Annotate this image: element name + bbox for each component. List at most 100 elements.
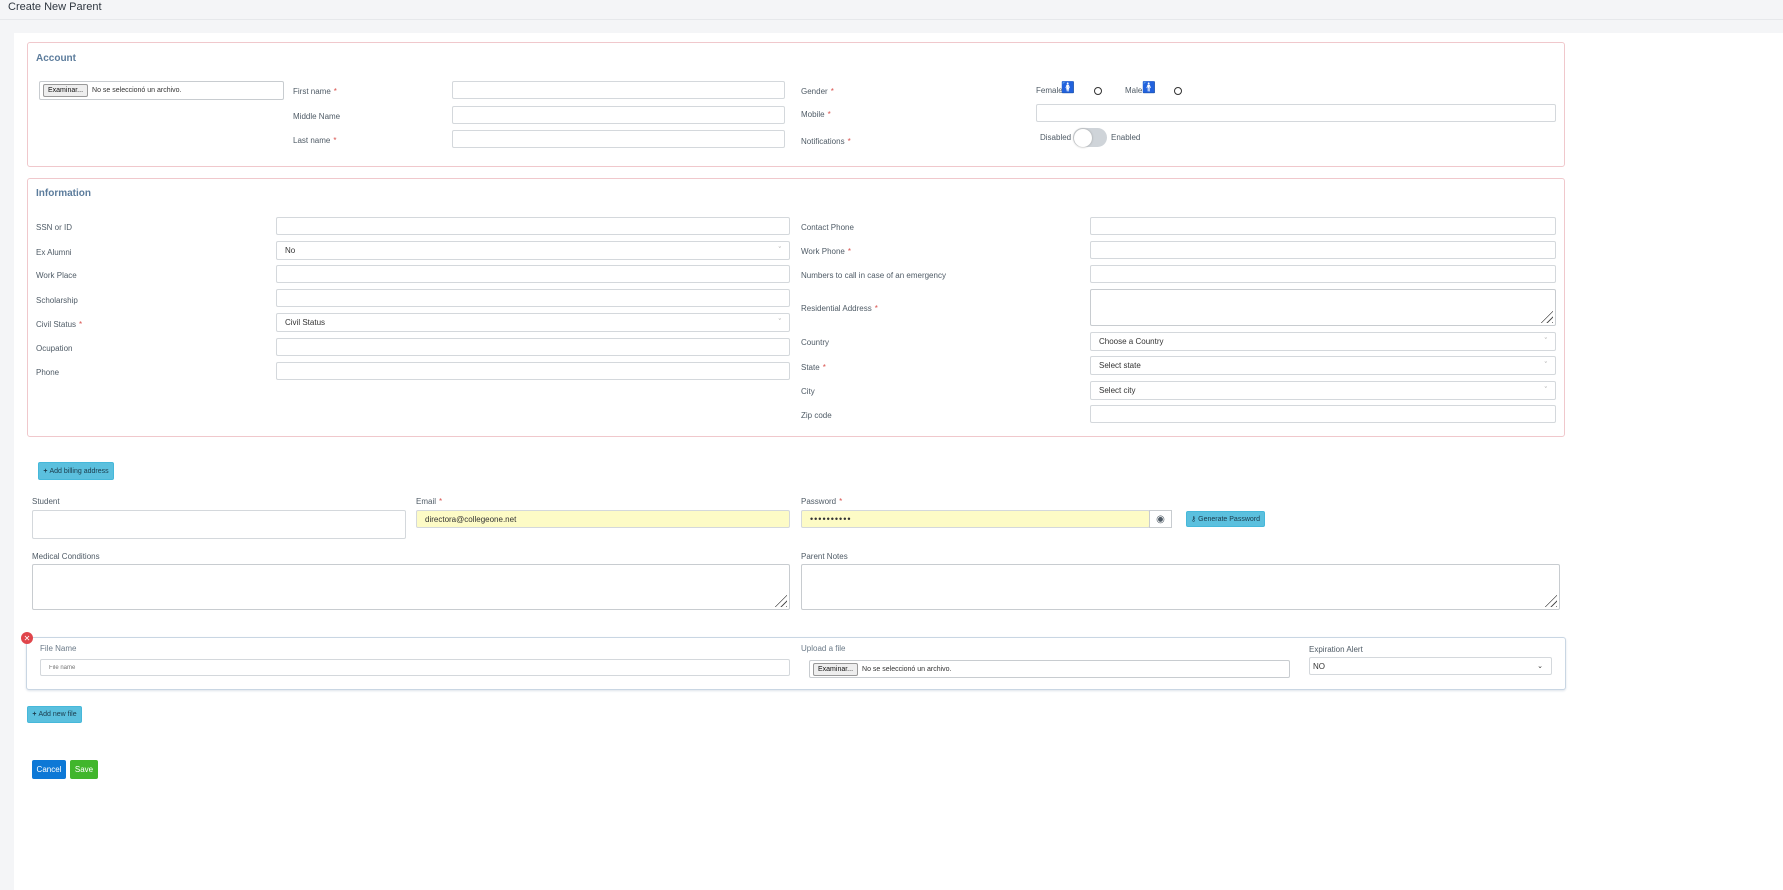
country-value: Choose a Country <box>1099 337 1164 346</box>
first-name-label: First name * <box>293 87 337 96</box>
ssn-input[interactable] <box>276 217 790 235</box>
city-select[interactable]: Select city ˇ <box>1090 381 1556 400</box>
last-name-input[interactable] <box>452 130 785 148</box>
file-upload-status: No se seleccionó un archivo. <box>862 665 952 673</box>
generate-password-label: Generate Password <box>1198 515 1260 523</box>
expiration-alert-select[interactable]: NO ⌄ <box>1309 657 1552 675</box>
add-new-file-label: Add new file <box>38 711 77 718</box>
middle-name-label: Middle Name <box>293 112 341 121</box>
account-title: Account <box>36 53 76 64</box>
photo-upload[interactable]: Examinar... No se seleccionó un archivo. <box>39 81 284 100</box>
toggle-knob <box>1074 128 1092 147</box>
chevron-down-icon: ˇ <box>778 247 781 254</box>
mobile-label: Mobile * <box>801 110 831 119</box>
male-icon: 🚹 <box>1142 82 1156 94</box>
female-icon: 🚺 <box>1061 82 1075 94</box>
file-name-label: File Name <box>40 644 77 653</box>
scholarship-label: Scholarship <box>36 296 78 305</box>
gender-female-label: Female <box>1036 86 1063 95</box>
file-browse-button[interactable]: Examinar... <box>813 662 859 676</box>
notifications-label: Notifications * <box>801 137 851 146</box>
gender-label: Gender * <box>801 87 834 96</box>
civil-status-label: Civil Status * <box>36 320 83 329</box>
photo-upload-status: No se seleccionó un archivo. <box>92 87 182 94</box>
chevron-down-icon: ˇ <box>778 319 781 326</box>
photo-browse-button[interactable]: Examinar... <box>43 84 89 97</box>
chevron-down-icon: ˇ <box>1544 338 1547 345</box>
state-label: State * <box>801 363 826 372</box>
country-label: Country <box>801 338 830 347</box>
city-label: City <box>801 387 815 396</box>
zip-input[interactable] <box>1090 405 1556 423</box>
add-billing-address-label: Add billing address <box>49 467 109 475</box>
notifications-disabled-label: Disabled <box>1040 133 1072 142</box>
chevron-down-icon: ⌄ <box>1537 663 1543 670</box>
parent-notes-label: Parent Notes <box>801 552 848 561</box>
emergency-input[interactable] <box>1090 265 1556 283</box>
password-input[interactable]: •••••••••• <box>801 510 1150 528</box>
page-title: Create New Parent <box>8 1 102 13</box>
gender-male-label: Male <box>1125 86 1143 95</box>
address-label: Residential Address * <box>801 304 878 313</box>
resize-grip-icon[interactable] <box>1539 309 1553 323</box>
add-billing-address-button[interactable]: + Add billing address <box>38 462 114 480</box>
address-textarea[interactable] <box>1090 289 1556 326</box>
medical-conditions-textarea[interactable] <box>32 564 790 610</box>
mobile-input[interactable] <box>1036 104 1556 122</box>
zip-label: Zip code <box>801 411 832 420</box>
state-select[interactable]: Select state ˇ <box>1090 356 1556 375</box>
state-value: Select state <box>1099 361 1141 370</box>
resize-grip-icon[interactable] <box>773 593 787 607</box>
file-upload[interactable]: Examinar... No se seleccionó un archivo. <box>809 660 1290 678</box>
contact-phone-label: Contact Phone <box>801 223 854 232</box>
country-select[interactable]: Choose a Country ˇ <box>1090 332 1556 351</box>
parent-notes-textarea[interactable] <box>801 564 1560 610</box>
eye-icon[interactable]: ◉ <box>1149 510 1172 528</box>
gender-male-radio[interactable] <box>1174 87 1182 95</box>
phone-input[interactable] <box>276 362 790 380</box>
notifications-toggle[interactable] <box>1073 128 1107 147</box>
first-name-input[interactable] <box>452 81 785 99</box>
resize-grip-icon[interactable] <box>1543 593 1557 607</box>
ex-alumni-select[interactable]: No ˇ <box>276 241 790 260</box>
save-button[interactable]: Save <box>70 760 98 779</box>
chevron-down-icon: ˇ <box>1544 362 1547 369</box>
ocupation-input[interactable] <box>276 338 790 356</box>
information-title: Information <box>36 188 91 199</box>
plus-icon: + <box>43 467 48 475</box>
notifications-enabled-label: Enabled <box>1111 133 1141 142</box>
expiration-alert-label: Expiration Alert <box>1309 645 1363 654</box>
ex-alumni-value: No <box>285 246 296 255</box>
medical-conditions-label: Medical Conditions <box>32 552 100 561</box>
last-name-label: Last name * <box>293 136 337 145</box>
top-bar <box>0 0 1783 20</box>
close-icon[interactable]: ✕ <box>21 632 33 644</box>
password-label: Password * <box>801 497 843 506</box>
work-place-input[interactable] <box>276 265 790 283</box>
work-place-label: Work Place <box>36 271 77 280</box>
work-phone-input[interactable] <box>1090 241 1556 259</box>
student-label: Student <box>32 497 60 506</box>
ex-alumni-label: Ex Alumni <box>36 248 72 257</box>
contact-phone-input[interactable] <box>1090 217 1556 235</box>
generate-password-button[interactable]: ⚷ Generate Password <box>1186 511 1265 527</box>
email-input[interactable]: directora@collegeone.net <box>416 510 790 528</box>
emergency-label: Numbers to call in case of an emergency <box>801 271 946 280</box>
plus-icon: + <box>32 711 37 718</box>
city-value: Select city <box>1099 386 1136 395</box>
key-icon: ⚷ <box>1190 516 1197 523</box>
upload-file-label: Upload a file <box>801 644 846 653</box>
gender-female-radio[interactable] <box>1094 87 1102 95</box>
civil-status-value: Civil Status <box>285 318 326 327</box>
phone-label: Phone <box>36 368 60 377</box>
civil-status-select[interactable]: Civil Status ˇ <box>276 313 790 332</box>
scholarship-input[interactable] <box>276 289 790 307</box>
add-new-file-button[interactable]: + Add new file <box>27 706 82 723</box>
expiration-alert-value: NO <box>1313 661 1325 671</box>
student-input[interactable] <box>32 510 406 539</box>
cancel-button[interactable]: Cancel <box>32 760 66 779</box>
work-phone-label: Work Phone * <box>801 247 851 256</box>
ssn-label: SSN or ID <box>36 223 73 232</box>
middle-name-input[interactable] <box>452 106 785 124</box>
file-name-input[interactable] <box>40 659 790 676</box>
